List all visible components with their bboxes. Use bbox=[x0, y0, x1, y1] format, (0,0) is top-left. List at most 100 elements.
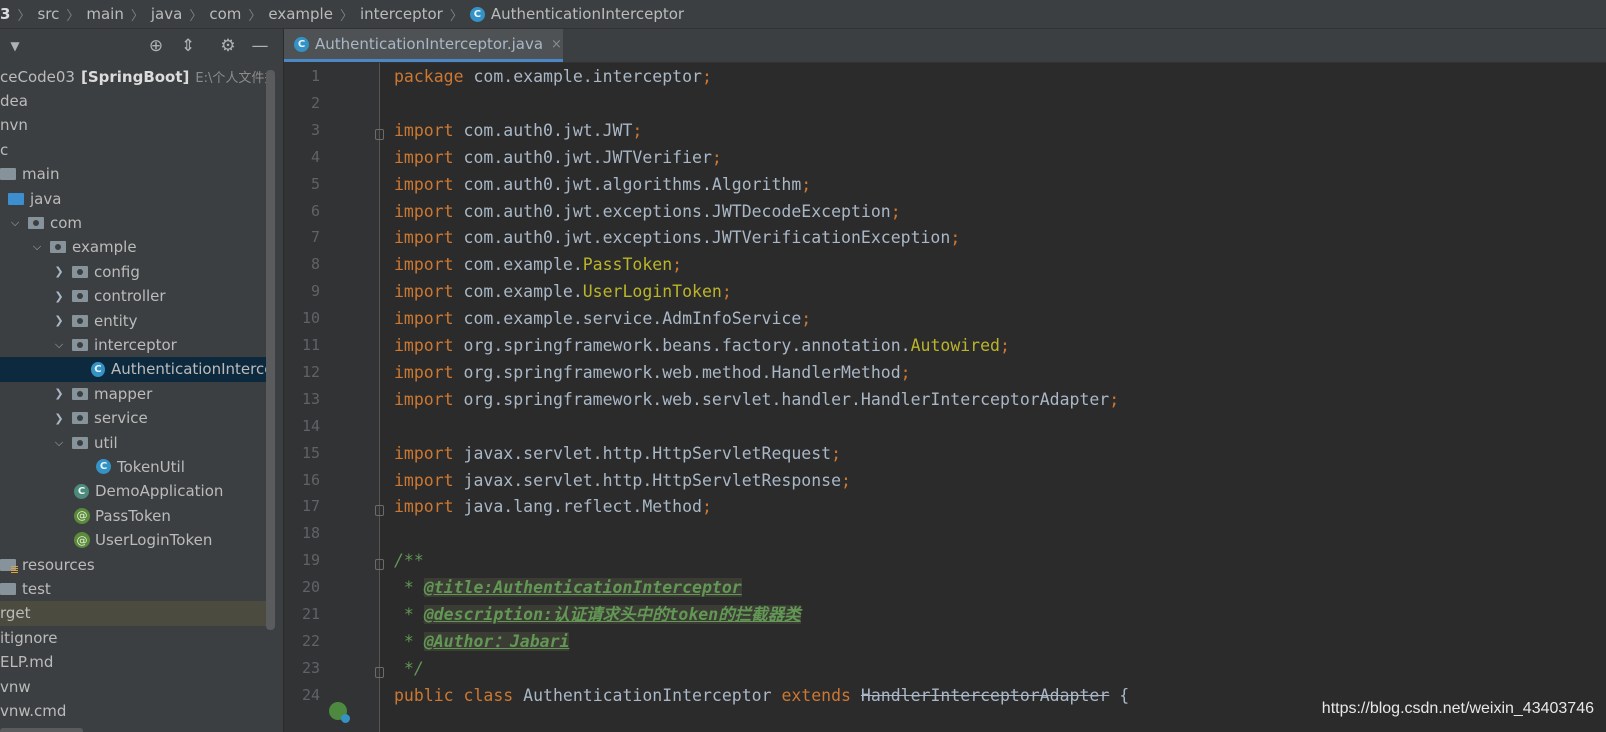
code-token: ; bbox=[999, 336, 1010, 355]
tree-item[interactable]: ❯ config bbox=[0, 259, 270, 284]
tree-item[interactable]: C AuthenticationIntercep bbox=[0, 356, 270, 382]
tree-item[interactable]: dea bbox=[0, 88, 270, 113]
code-token: import bbox=[394, 255, 454, 275]
tree-item[interactable]: ⌵ example bbox=[0, 235, 270, 260]
fold-marker-icon[interactable] bbox=[375, 505, 384, 517]
tree-item[interactable]: main bbox=[0, 162, 270, 187]
line-number: 22 bbox=[301, 631, 320, 650]
breadcrumb-item[interactable]: com bbox=[209, 5, 241, 23]
code-token: ; bbox=[801, 309, 812, 329]
code-token: import bbox=[394, 389, 454, 409]
line-number: 16 bbox=[301, 470, 320, 489]
breadcrumb-item[interactable]: java bbox=[151, 5, 182, 23]
code-token: Autowired bbox=[910, 336, 1000, 355]
tree-item[interactable]: rget bbox=[0, 600, 270, 626]
code-token: import bbox=[394, 282, 454, 302]
chevron-right-icon[interactable]: ❯ bbox=[52, 265, 66, 278]
code-token: ; bbox=[711, 147, 722, 167]
tree-item[interactable]: ⌵ util bbox=[0, 430, 270, 455]
class-icon: C bbox=[96, 459, 111, 475]
collapse-icon[interactable]: ⇕ bbox=[177, 35, 199, 57]
tree-item[interactable]: @ PassToken bbox=[0, 503, 270, 528]
breadcrumb-item[interactable]: interceptor bbox=[360, 5, 443, 23]
code-token: com.example. bbox=[453, 255, 583, 275]
tree-item[interactable]: ❯ mapper bbox=[0, 381, 270, 406]
tree-item-label: dea bbox=[0, 91, 28, 110]
tree-item[interactable]: ⌵ interceptor bbox=[0, 332, 270, 357]
code-line: * @title:AuthenticationInterceptor bbox=[394, 574, 742, 601]
breadcrumb-separator: 〉 bbox=[130, 8, 144, 24]
breadcrumb-item[interactable]: main bbox=[86, 5, 123, 23]
tree-item[interactable]: vnw.cmd bbox=[0, 698, 270, 723]
tree-item[interactable]: c bbox=[0, 137, 270, 162]
close-icon[interactable]: × bbox=[551, 37, 562, 52]
chevron-down-icon[interactable]: ⌵ bbox=[52, 338, 66, 352]
gear-icon[interactable]: ⚙ bbox=[217, 35, 239, 57]
tree-item-label: AuthenticationIntercep bbox=[111, 360, 270, 379]
fold-marker-icon[interactable] bbox=[375, 559, 384, 571]
breadcrumb-label: AuthenticationInterceptor bbox=[490, 5, 685, 23]
tree-item[interactable]: ELP.md bbox=[0, 650, 270, 675]
code-token: ; bbox=[632, 120, 643, 140]
breadcrumb-separator: 〉 bbox=[339, 8, 353, 24]
tree-item[interactable]: C DemoApplication bbox=[0, 479, 270, 504]
breadcrumb-item[interactable]: C AuthenticationInterceptor bbox=[469, 5, 685, 23]
line-number: 9 bbox=[310, 282, 320, 301]
annotation-icon: @ bbox=[74, 532, 90, 549]
code-line: import com.auth0.jwt.algorithms.Algorith… bbox=[394, 171, 811, 198]
line-number: 20 bbox=[301, 578, 320, 597]
code-token: * bbox=[394, 578, 424, 598]
sidebar-horizontal-scrollbar[interactable] bbox=[0, 728, 83, 732]
tab-authentication-interceptor[interactable]: C AuthenticationInterceptor.java × bbox=[284, 29, 563, 62]
code-line: */ bbox=[394, 655, 424, 682]
tree-item[interactable]: @ UserLoginToken bbox=[0, 528, 270, 553]
code-token: com.auth0.jwt.algorithms.Algorithm bbox=[453, 174, 802, 194]
code-editor[interactable]: package com.example.interceptor; import c… bbox=[394, 63, 1606, 732]
tree-item[interactable]: vnw bbox=[0, 674, 270, 699]
locate-icon[interactable]: ⊕ bbox=[145, 35, 167, 57]
code-token: PassToken bbox=[582, 255, 673, 275]
breadcrumb-item[interactable]: 3 bbox=[0, 5, 10, 23]
chevron-right-icon[interactable]: ❯ bbox=[52, 412, 66, 425]
code-line: import org.springframework.beans.factory… bbox=[394, 332, 1010, 359]
fold-marker-icon[interactable] bbox=[375, 128, 384, 140]
sidebar-scrollbar[interactable] bbox=[266, 70, 275, 630]
tree-item[interactable]: ❯ entity bbox=[0, 308, 270, 333]
breadcrumb-item[interactable]: src bbox=[37, 5, 59, 23]
editor-gutter: 1 2 3 4 5 6 7 8 9 10 11 12 13 14 15 16 17 18 19 20 21 22 23 24 bbox=[284, 63, 384, 732]
tree-item[interactable]: ❯ service bbox=[0, 406, 270, 431]
chevron-right-icon[interactable]: ❯ bbox=[52, 314, 66, 327]
line-number: 23 bbox=[301, 658, 320, 677]
chevron-right-icon[interactable]: ❯ bbox=[52, 290, 66, 303]
tree-item[interactable]: itignore bbox=[0, 625, 270, 650]
chevron-down-icon[interactable]: ⌵ bbox=[52, 436, 66, 450]
tree-item[interactable]: C TokenUtil bbox=[0, 454, 270, 479]
minimize-icon[interactable]: — bbox=[249, 35, 271, 57]
tree-item[interactable]: test bbox=[0, 576, 270, 601]
spring-bean-gutter-icon[interactable] bbox=[329, 702, 350, 723]
tree-item[interactable]: nvn bbox=[0, 113, 270, 138]
tree-item-label: vnw.cmd bbox=[0, 701, 67, 720]
tree-item-project-root[interactable]: ceCode03 [SpringBoot] E:\个人文件夹\ bbox=[0, 64, 270, 89]
code-token: com.auth0.jwt.JWTVerifier bbox=[453, 147, 712, 167]
tree-item-label: itignore bbox=[0, 628, 58, 647]
tree-item[interactable]: ❯ controller bbox=[0, 284, 270, 309]
watermark: https://blog.csdn.net/weixin_43403746 bbox=[1321, 700, 1594, 717]
chevron-down-icon[interactable]: ▼ bbox=[4, 35, 26, 57]
breadcrumb-item[interactable]: example bbox=[268, 5, 333, 23]
chevron-down-icon[interactable]: ⌵ bbox=[8, 216, 22, 230]
code-token: import bbox=[394, 497, 454, 517]
chevron-down-icon[interactable]: ⌵ bbox=[30, 240, 44, 254]
tree-item[interactable]: resources bbox=[0, 552, 270, 577]
code-line: /** bbox=[394, 547, 424, 574]
fold-marker-icon[interactable] bbox=[375, 666, 384, 678]
tree-item-label: util bbox=[94, 433, 118, 452]
tree-item[interactable]: java bbox=[0, 186, 270, 211]
tree-item-label: controller bbox=[94, 287, 166, 306]
tree-item[interactable]: ⌵ com bbox=[0, 210, 270, 235]
code-token: com.example. bbox=[453, 282, 583, 302]
chevron-right-icon[interactable]: ❯ bbox=[52, 387, 66, 400]
folder-icon bbox=[0, 168, 16, 181]
code-line: import com.auth0.jwt.exceptions.JWTVerif… bbox=[394, 224, 960, 251]
